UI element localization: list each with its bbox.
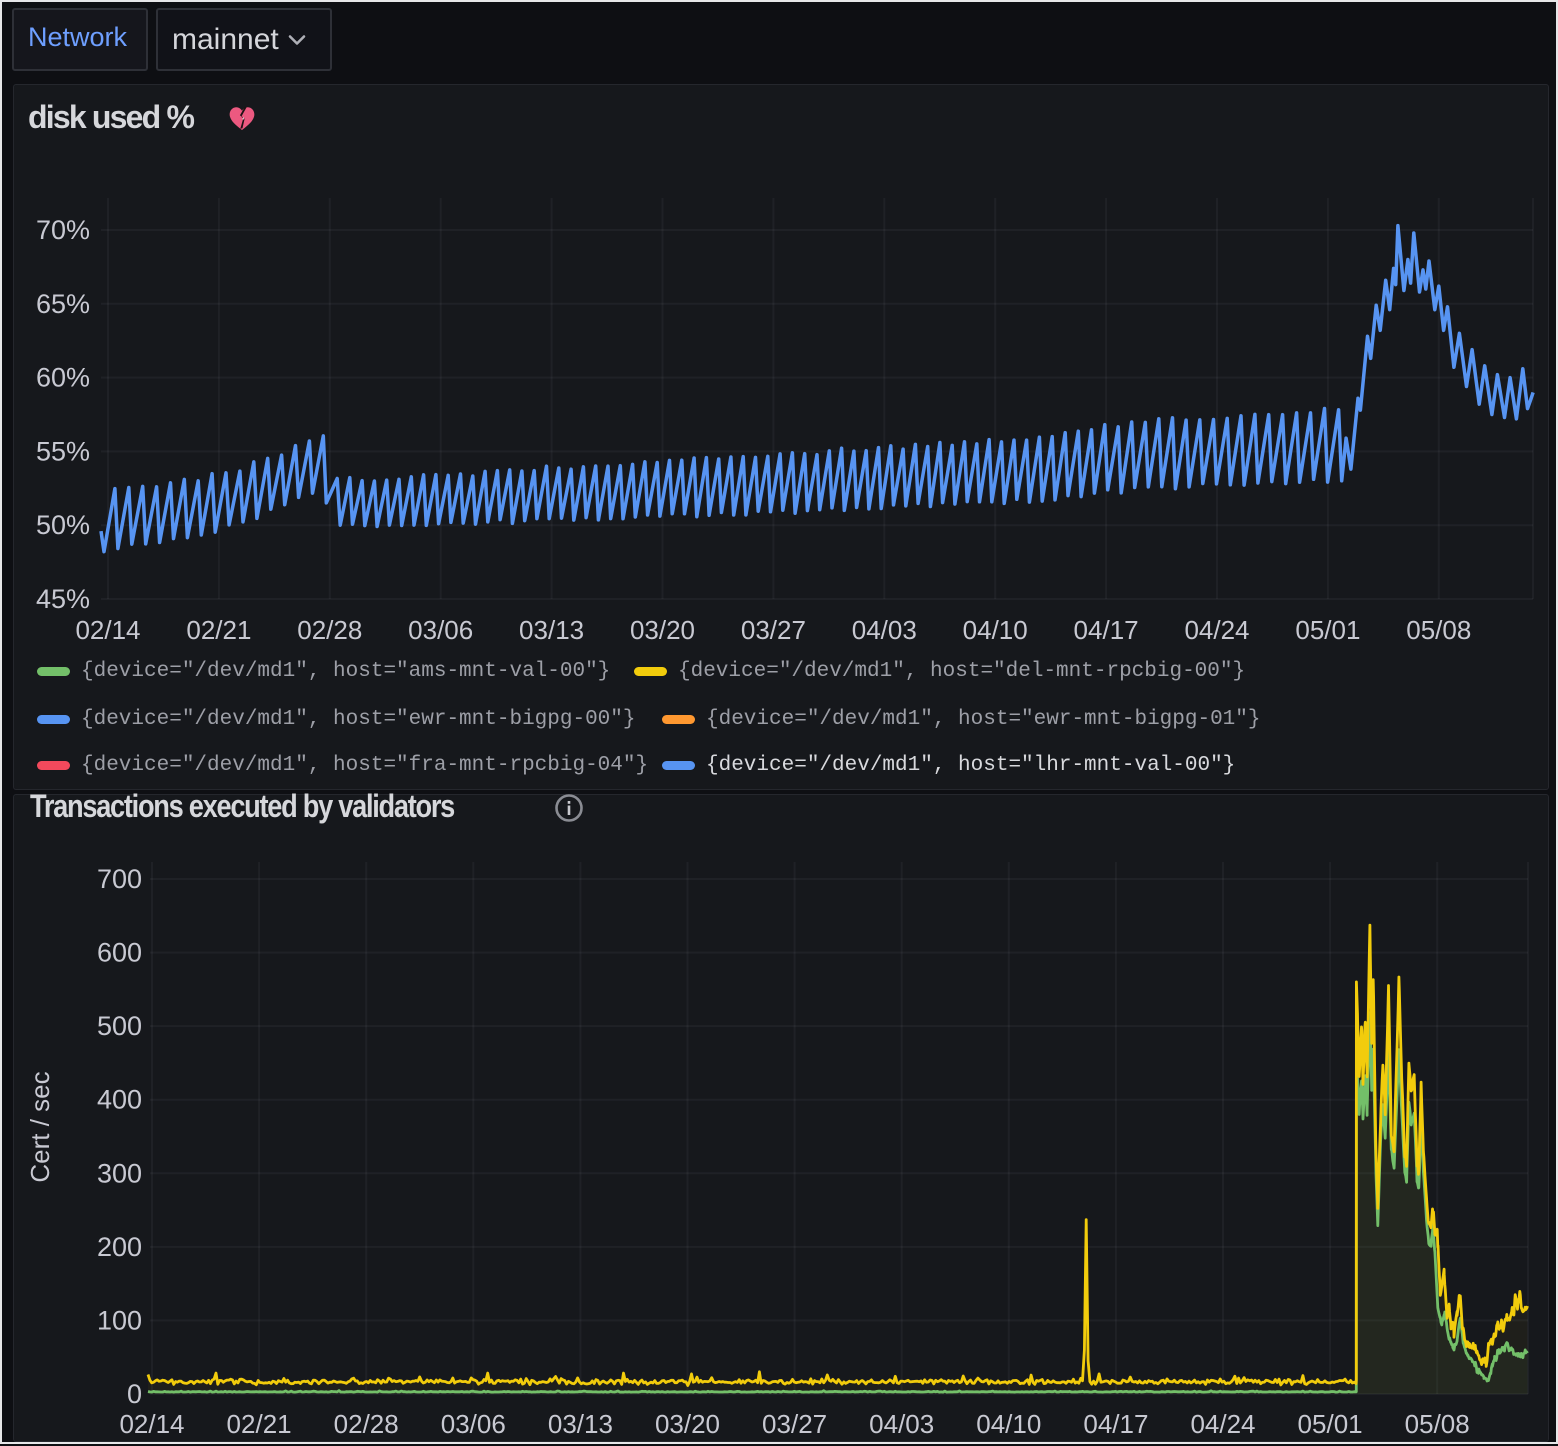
svg-text:400: 400	[97, 1085, 142, 1115]
svg-text:02/28: 02/28	[334, 1409, 399, 1439]
svg-text:60%: 60%	[36, 363, 90, 393]
svg-text:0: 0	[127, 1379, 142, 1409]
svg-text:04/03: 04/03	[869, 1409, 934, 1439]
svg-text:03/13: 03/13	[519, 615, 584, 645]
svg-text:45%: 45%	[36, 584, 90, 614]
svg-text:04/24: 04/24	[1190, 1409, 1255, 1439]
svg-text:05/08: 05/08	[1405, 1409, 1470, 1439]
svg-text:03/06: 03/06	[408, 615, 473, 645]
svg-text:03/27: 03/27	[741, 615, 806, 645]
svg-text:04/17: 04/17	[1083, 1409, 1148, 1439]
svg-text:500: 500	[97, 1011, 142, 1041]
svg-text:04/03: 04/03	[852, 615, 917, 645]
svg-text:03/20: 03/20	[655, 1409, 720, 1439]
svg-text:70%: 70%	[36, 215, 90, 245]
svg-text:04/10: 04/10	[963, 615, 1028, 645]
svg-text:05/01: 05/01	[1298, 1409, 1363, 1439]
svg-text:03/20: 03/20	[630, 615, 695, 645]
svg-text:03/06: 03/06	[441, 1409, 506, 1439]
svg-text:04/17: 04/17	[1074, 615, 1139, 645]
svg-text:02/28: 02/28	[297, 615, 362, 645]
svg-text:50%: 50%	[36, 510, 90, 540]
svg-text:300: 300	[97, 1158, 142, 1188]
svg-text:05/01: 05/01	[1295, 615, 1360, 645]
svg-text:600: 600	[97, 938, 142, 968]
svg-text:02/21: 02/21	[227, 1409, 292, 1439]
svg-text:05/08: 05/08	[1406, 615, 1471, 645]
svg-text:200: 200	[97, 1232, 142, 1262]
svg-text:02/21: 02/21	[186, 615, 251, 645]
svg-text:02/14: 02/14	[119, 1409, 184, 1439]
svg-text:100: 100	[97, 1305, 142, 1335]
svg-text:65%: 65%	[36, 289, 90, 319]
svg-text:03/13: 03/13	[548, 1409, 613, 1439]
svg-text:04/24: 04/24	[1184, 615, 1249, 645]
svg-text:700: 700	[97, 864, 142, 894]
svg-text:02/14: 02/14	[75, 615, 140, 645]
svg-text:55%: 55%	[36, 436, 90, 466]
svg-text:04/10: 04/10	[976, 1409, 1041, 1439]
svg-text:03/27: 03/27	[762, 1409, 827, 1439]
svg-text:Cert / sec: Cert / sec	[25, 1071, 55, 1182]
